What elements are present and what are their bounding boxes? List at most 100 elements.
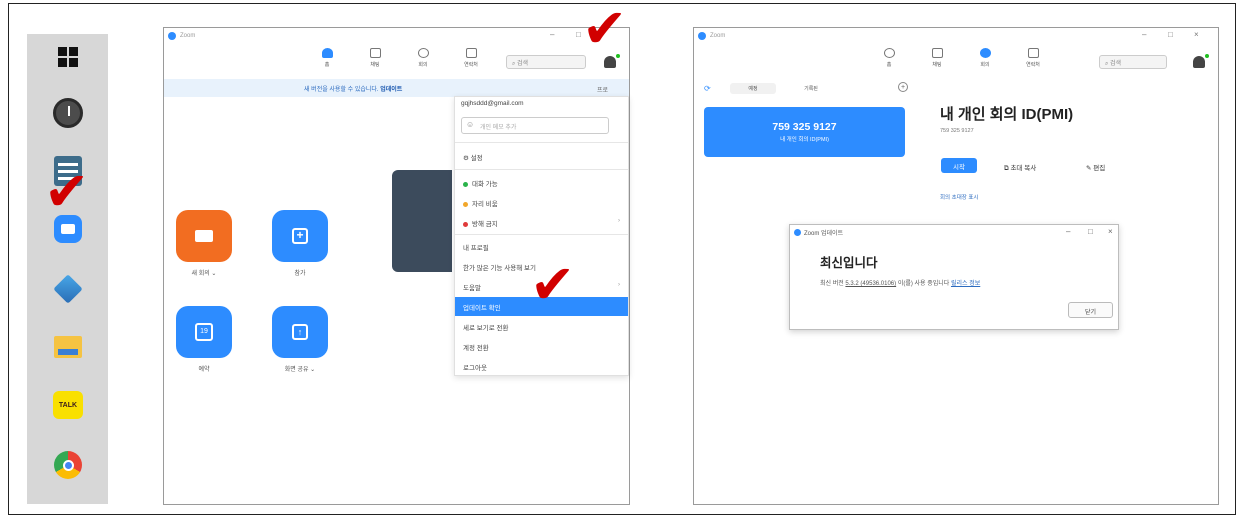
plus-icon: + [292,228,308,244]
calendar-icon: 19 [195,323,213,341]
check-mark-icon: ✔ [582,0,628,60]
pmi-card[interactable]: 759 325 9127 내 개인 회의 ID(PMI) [704,107,905,157]
zoom-logo-icon [794,229,801,236]
menu-item-switch-account-label: 계정 전환 [463,345,489,352]
minimize-button[interactable]: – [1142,30,1146,39]
menu-item-logout[interactable]: 로그아웃 [455,357,628,376]
dialog-body-prefix: 최신 버전 [820,281,844,287]
contacts-icon [465,48,477,58]
tab-chat[interactable]: 채팅 [924,48,950,78]
menu-item-settings[interactable]: ⚙ 설정 [455,147,628,166]
new-meeting-button[interactable] [176,210,232,262]
tab-contacts-label: 연락처 [464,62,478,68]
share-up-icon: ↑ [292,324,308,340]
menu-item-settings-label: 설정 [470,155,483,162]
pro-label: 프로 [597,88,609,94]
check-mark-icon: ✔ [530,253,576,316]
tab-home[interactable]: 홈 [314,48,340,78]
dialog-minimize-button[interactable]: – [1066,227,1070,236]
tab-recorded[interactable]: 기록된 [788,83,834,94]
kakaotalk-icon[interactable]: TALK [49,388,87,422]
profile-avatar[interactable] [1193,54,1209,68]
add-meeting-icon[interactable]: + [898,82,908,92]
close-button[interactable]: × [1194,30,1199,39]
maximize-button[interactable]: □ [576,30,581,39]
update-dialog: Zoom 업데이트 – □ × 최신입니다 최신 버전 5.3.2 (49536… [789,224,1119,330]
dialog-close-button[interactable]: 닫기 [1068,302,1113,318]
search-input[interactable]: ⌕ 검색 [1099,55,1167,69]
tab-chat[interactable]: 채팅 [362,48,388,78]
schedule-button[interactable]: 19 [176,306,232,358]
copy-invite-button[interactable]: ⧉ 초대 복사 [1004,162,1036,173]
dialog-maximize-button[interactable]: □ [1088,227,1093,236]
refresh-icon[interactable]: ⟳ [704,84,711,93]
search-placeholder: 검색 [1110,61,1122,67]
tab-upcoming[interactable]: 예정 [730,83,776,94]
menu-item-portrait-view[interactable]: 세로 보기로 전환 [455,317,628,336]
status-dnd-dot [463,221,468,227]
copy-invite-label: 초대 복사 [1010,165,1037,172]
menu-item-status-dnd[interactable]: 방해 금지 › [455,213,628,232]
zoom-logo-icon [698,32,706,40]
share-screen-label: 화면 공유 ⌄ [284,367,316,373]
dialog-titlebar: Zoom 업데이트 [794,228,843,237]
window-title: Zoom [710,33,726,39]
top-navigation: 홈 채팅 회의 연락처 [314,48,484,78]
maximize-button[interactable]: □ [1168,30,1173,39]
share-screen-button[interactable]: ↑ [272,306,328,358]
menu-divider [455,169,628,170]
zoom-logo-icon [168,32,176,40]
menu-divider [455,142,628,143]
chevron-right-icon: › [618,282,620,288]
update-banner: 새 버전을 사용할 수 있습니다. 업데이트 [164,79,629,97]
minimize-button[interactable]: – [550,30,554,39]
search-placeholder: 검색 [517,61,529,67]
tab-home-label: 홈 [886,62,892,68]
tab-chat-label: 채팅 [370,62,380,68]
start-button[interactable]: 시작 [941,158,977,173]
profile-menu: 프로 gqjhsddd@gmail.com 개인 메모 추가 ⚙ 설정 대화 가… [454,88,629,376]
clock-icon [979,48,991,58]
menu-item-help-label: 도움말 [463,285,481,292]
window-title: Zoom [180,33,196,39]
windows-start-icon[interactable] [49,40,87,74]
windows-taskbar: TALK [27,34,108,504]
dialog-version: 5.3.2 (49536.0106) [845,281,897,287]
menu-item-switch-account[interactable]: 계정 전환 [455,337,628,356]
top-navigation: 홈 채팅 회의 연락처 [876,48,1046,78]
edit-label: 편집 [1093,165,1106,172]
edit-button[interactable]: ✎ 편집 [1086,162,1105,172]
tab-contacts[interactable]: 연락처 [1020,48,1046,78]
pmi-title: 내 개인 회의 ID(PMI) [940,106,1074,123]
schedule-label: 예약 [198,367,210,373]
menu-item-status-dnd-label: 방해 금지 [472,221,498,228]
search-input[interactable]: ⌕ 검색 [506,55,586,69]
status-away-dot [463,201,468,207]
folder-icon[interactable] [49,330,87,364]
dialog-body: 최신 버전 5.3.2 (49536.0106) 이(를) 사용 중입니다 릴리… [820,278,980,287]
meeting-subtabs: 예정 기록된 [730,83,834,94]
account-email: gqjhsddd@gmail.com [461,100,524,107]
dialog-title: Zoom 업데이트 [804,231,844,237]
chrome-icon[interactable] [49,448,87,482]
tab-home[interactable]: 홈 [876,48,902,78]
tab-meetings-label: 회의 [418,62,428,68]
tab-meetings[interactable]: 회의 [972,48,998,78]
tab-contacts-label: 연락처 [1026,62,1040,68]
alarm-clock-icon[interactable] [49,96,87,130]
zoom-meetings-window: Zoom – □ × 홈 채팅 회의 연락처 ⌕ 검색 ⟳ 예정 기록된 + 7… [693,27,1219,505]
cube-app-icon[interactable] [49,272,87,306]
release-notes-link[interactable]: 릴리스 정보 [951,281,980,287]
personal-note-input[interactable]: 개인 메모 추가 [461,117,609,134]
chevron-right-icon: › [618,218,620,224]
menu-item-status-available[interactable]: 대화 가능 [455,173,628,192]
menu-item-status-away[interactable]: 자리 비움 [455,193,628,212]
tab-contacts[interactable]: 연락처 [458,48,484,78]
join-button[interactable]: + [272,210,328,262]
banner-update-link[interactable]: 업데이트 [380,87,402,93]
window-titlebar: Zoom [164,28,629,44]
show-invitation-link[interactable]: 회의 초대장 표시 [940,193,978,201]
dialog-body-suffix: 이(를) 사용 중입니다 [897,281,950,287]
dialog-close-icon[interactable]: × [1108,227,1113,236]
tab-meetings[interactable]: 회의 [410,48,436,78]
